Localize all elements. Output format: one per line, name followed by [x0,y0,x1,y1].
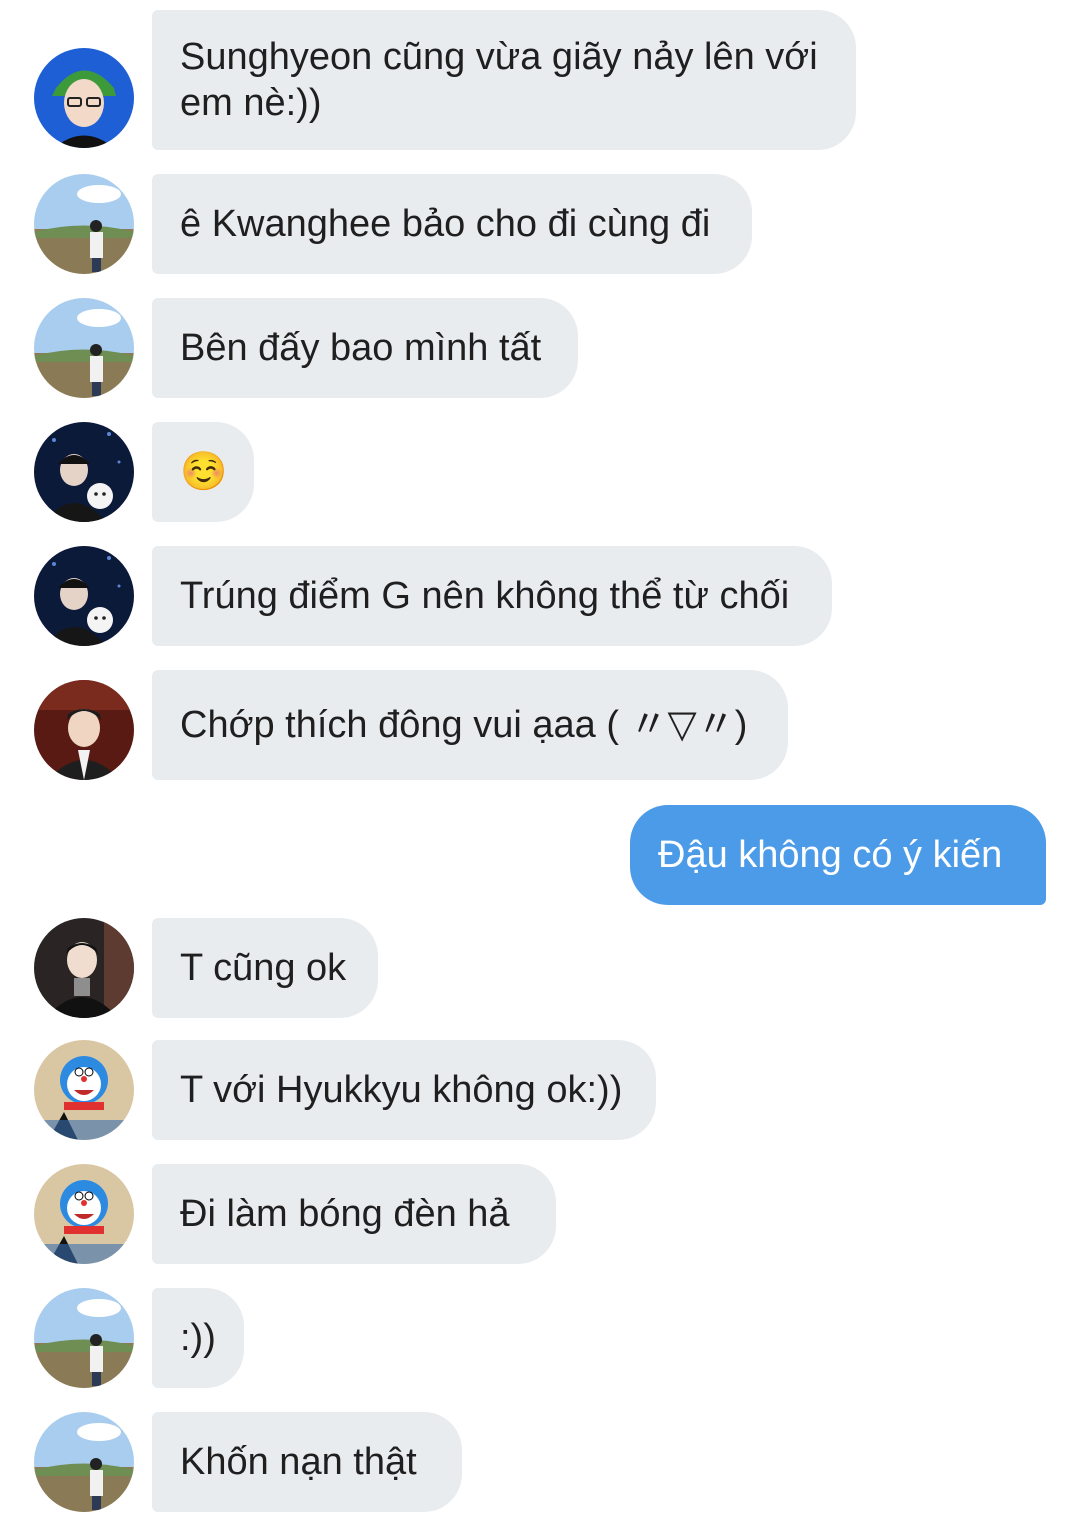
avatar-field[interactable] [34,174,134,274]
outgoing-message-bubble[interactable]: Đậu không có ý kiến [630,805,1046,905]
message-bubble[interactable]: T cũng ok [152,918,378,1018]
message-bubble[interactable]: Đi làm bóng đèn hả [152,1164,556,1264]
avatar-green-hat[interactable] [34,48,134,148]
avatar-doraemon[interactable] [34,1040,134,1140]
message-bubble[interactable]: :)) [152,1288,244,1388]
message-bubble[interactable]: Trúng điểm G nên không thể từ chối [152,546,832,646]
avatar-night[interactable] [34,422,134,522]
message-bubble[interactable]: Bên đấy bao mình tất [152,298,578,398]
message-bubble[interactable]: Sunghyeon cũng vừa giãy nảy lên với em n… [152,10,856,150]
avatar-dark-suit[interactable] [34,918,134,1018]
message-bubble[interactable]: ☺️ [152,422,254,522]
avatar-field[interactable] [34,298,134,398]
message-bubble[interactable]: Chớp thích đông vui ạaa ( 〃▽〃) [152,670,788,780]
message-bubble[interactable]: T với Hyukkyu không ok:)) [152,1040,656,1140]
avatar-field[interactable] [34,1288,134,1388]
message-bubble[interactable]: Khốn nạn thật [152,1412,462,1512]
avatar-doraemon[interactable] [34,1164,134,1264]
avatar-night[interactable] [34,546,134,646]
avatar-red-room[interactable] [34,680,134,780]
avatar-field[interactable] [34,1412,134,1512]
message-bubble[interactable]: ê Kwanghee bảo cho đi cùng đi [152,174,752,274]
